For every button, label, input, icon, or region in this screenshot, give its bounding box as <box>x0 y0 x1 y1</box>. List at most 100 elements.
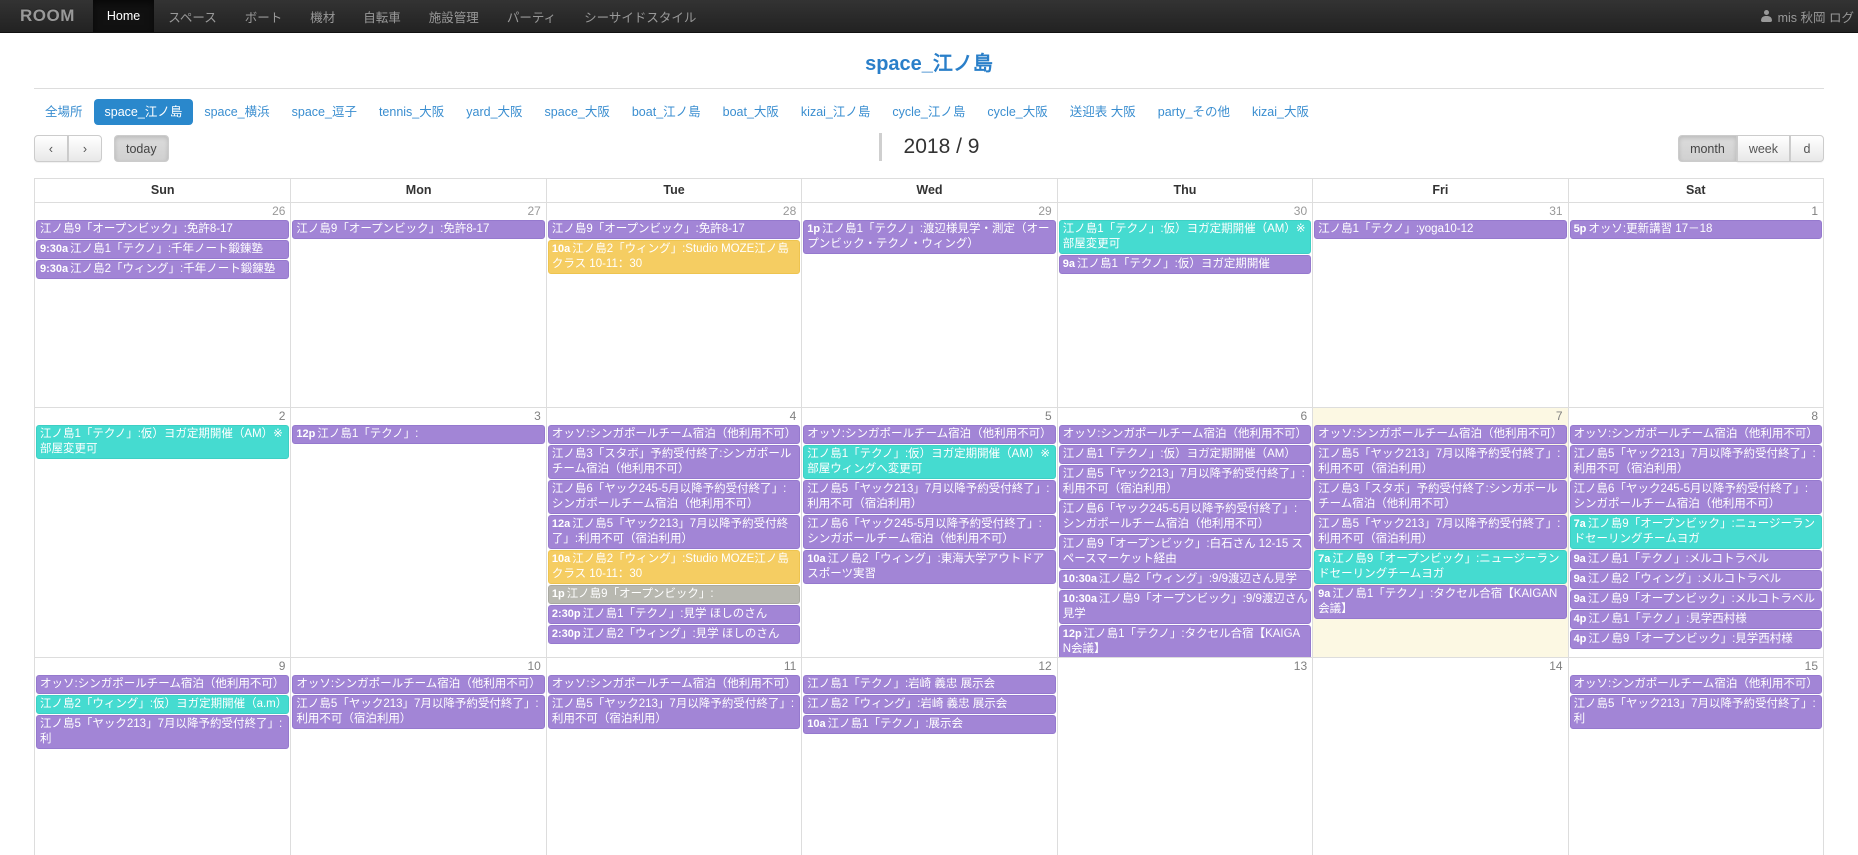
calendar-event[interactable]: 江ノ島5「ヤック213」7月以降予約受付終了」:利 <box>1569 695 1822 729</box>
calendar-event[interactable]: 江ノ島5「ヤック213」7月以降予約受付終了」:利用不可（宿泊利用） <box>1314 445 1567 479</box>
calendar-day-cell[interactable]: 15 オッソ:シンガポールチーム宿泊（他利用不可） 江ノ島5「ヤック213」7月以降… <box>1567 658 1823 855</box>
calendar-event[interactable]: 1p 江ノ島9「オープンビック」: <box>547 585 801 604</box>
calendar-day-cell[interactable]: 11 オッソ:シンガポールチーム宿泊（他利用不可） 江ノ島5「ヤック213」7月以降… <box>545 658 801 855</box>
calendar-day-cell[interactable]: 3 12p 江ノ島1「テクノ」: <box>290 408 545 657</box>
calendar-day-cell[interactable]: 27 江ノ島9「オープンビック」:免許8-17 <box>290 203 545 407</box>
calendar-event[interactable]: 10a 江ノ島1「テクノ」:展示会 <box>803 715 1056 734</box>
calendar-event[interactable]: オッソ:シンガポールチーム宿泊（他利用不可） <box>1569 425 1822 444</box>
calendar-event[interactable]: 7a 江ノ島9「オープンビック」:ニュージーランドセーリングチームヨガ <box>1569 515 1822 549</box>
calendar-event[interactable]: 江ノ島2「ウィング」:仮）ヨガ定期開催（a.m） <box>36 695 290 714</box>
today-button[interactable]: today <box>114 135 169 162</box>
calendar-event[interactable]: 江ノ島5「ヤック213」7月以降予約受付終了」:利用不可（宿泊利用） <box>1314 515 1567 549</box>
calendar-day-cell[interactable]: 30 江ノ島1「テクノ」:仮）ヨガ定期開催（AM）※部屋変更可 9a 江ノ島1「テクノ… <box>1056 203 1312 407</box>
tab-6[interactable]: space_大阪 <box>534 99 621 125</box>
view-day-button[interactable]: d <box>1790 135 1824 162</box>
calendar-event[interactable]: 江ノ島1「テクノ」:仮）ヨガ定期開催（AM） <box>1058 445 1312 464</box>
calendar-event[interactable]: 江ノ島1「テクノ」:仮）ヨガ定期開催（AM）※部屋ウィングへ変更可 <box>803 445 1056 479</box>
calendar-event[interactable]: 9:30a 江ノ島2「ウィング」:千年ノート鍛錬塾 <box>36 260 290 279</box>
calendar-day-cell[interactable]: 6 オッソ:シンガポールチーム宿泊（他利用不可） 江ノ島1「テクノ」:仮）ヨガ定期開… <box>1056 408 1312 657</box>
calendar-event[interactable]: 江ノ島9「オープンビック」:免許8-17 <box>292 220 545 239</box>
calendar-event[interactable]: 10:30a 江ノ島9「オープンビック」:9/9渡辺さん見学 <box>1058 590 1312 624</box>
calendar-event[interactable]: 江ノ島5「ヤック213」7月以降予約受付終了」:利用不可（宿泊利用） <box>292 695 545 729</box>
calendar-day-cell[interactable]: 4 オッソ:シンガポールチーム宿泊（他利用不可） 江ノ島3「スタボ」予約受付終了:シ… <box>545 408 801 657</box>
app-brand[interactable]: ROOM <box>0 0 93 32</box>
calendar-event[interactable]: 江ノ島9「オープンビック」:免許8-17 <box>36 220 290 239</box>
calendar-event[interactable]: 江ノ島3「スタボ」予約受付終了:シンガポールチーム宿泊（他利用不可） <box>1314 480 1567 514</box>
calendar-event[interactable]: 10a 江ノ島2「ウィング」:Studio MOZE江ノ島クラス 10-11：30 <box>547 240 801 274</box>
calendar-event[interactable]: 9a 江ノ島1「テクノ」:タクセル合宿【KAIGAN会議】 <box>1314 585 1567 619</box>
calendar-event[interactable]: 5p オッソ:更新講習 17－18 <box>1569 220 1822 239</box>
next-month-button[interactable]: › <box>68 135 102 162</box>
calendar-event[interactable]: 江ノ島5「ヤック213」7月以降予約受付終了」:利 <box>36 715 290 749</box>
calendar-event[interactable]: 7a 江ノ島9「オープンビック」:ニュージーランドセーリングチームヨガ <box>1314 550 1567 584</box>
calendar-day-cell[interactable]: 31 江ノ島1「テクノ」:yoga10-12 <box>1312 203 1567 407</box>
calendar-day-cell[interactable]: 14 <box>1312 658 1567 855</box>
calendar-event[interactable]: 12a 江ノ島5「ヤック213」7月以降予約受付終了」:利用不可（宿泊利用） <box>547 515 801 549</box>
calendar-event[interactable]: 9a 江ノ島2「ウィング」:メルコトラベル <box>1569 570 1822 589</box>
calendar-event[interactable]: 12p 江ノ島1「テクノ」:タクセル合宿【KAIGAN会議】 <box>1058 625 1312 657</box>
calendar-event[interactable]: オッソ:シンガポールチーム宿泊（他利用不可） <box>1569 675 1822 694</box>
tab-3[interactable]: space_逗子 <box>281 99 368 125</box>
calendar-day-cell[interactable]: 29 1p 江ノ島1「テクノ」:渡辺様見学・測定（オープンビック・テクノ・ウィング） <box>801 203 1056 407</box>
calendar-event[interactable]: 江ノ島2「ウィング」:岩崎 義忠 展示会 <box>803 695 1056 714</box>
calendar-event[interactable]: オッソ:シンガポールチーム宿泊（他利用不可） <box>1058 425 1312 444</box>
calendar-day-cell[interactable]: 28 江ノ島9「オープンビック」:免許8-17 10a 江ノ島2「ウィング」:Stud… <box>545 203 801 407</box>
calendar-event[interactable]: オッソ:シンガポールチーム宿泊（他利用不可） <box>547 675 801 694</box>
calendar-event[interactable]: 2:30p 江ノ島2「ウィング」:見学 ほしのさん <box>547 625 801 644</box>
tab-1[interactable]: space_江ノ島 <box>93 99 194 125</box>
calendar-day-cell[interactable]: 8 オッソ:シンガポールチーム宿泊（他利用不可） 江ノ島5「ヤック213」7月以降予… <box>1567 408 1823 657</box>
user-menu[interactable]: mis 秋岡 ログ <box>1760 0 1858 32</box>
tab-8[interactable]: boat_大阪 <box>712 99 790 125</box>
calendar-event[interactable]: 4p 江ノ島1「テクノ」:見学西村様 <box>1569 610 1822 629</box>
calendar-event[interactable]: オッソ:シンガポールチーム宿泊（他利用不可） <box>1314 425 1567 444</box>
calendar-event[interactable]: 江ノ島6「ヤック245-5月以降予約受付終了」:シンガポールチーム宿泊（他利用不… <box>1058 500 1312 534</box>
calendar-day-cell[interactable]: 2 江ノ島1「テクノ」:仮）ヨガ定期開催（AM）※部屋変更可 <box>35 408 290 657</box>
tab-11[interactable]: cycle_大阪 <box>976 99 1058 125</box>
tab-7[interactable]: boat_江ノ島 <box>621 99 712 125</box>
nav-item-5[interactable]: 施設管理 <box>415 0 493 32</box>
calendar-event[interactable]: 江ノ島5「ヤック213」7月以降予約受付終了」:利用不可（宿泊利用） <box>547 695 801 729</box>
tab-13[interactable]: party_その他 <box>1147 99 1241 125</box>
calendar-event[interactable]: 12p 江ノ島1「テクノ」: <box>292 425 545 444</box>
calendar-event[interactable]: 江ノ島1「テクノ」:仮）ヨガ定期開催（AM）※部屋変更可 <box>1058 220 1312 254</box>
nav-item-3[interactable]: 機材 <box>296 0 349 32</box>
calendar-event[interactable]: 10:30a 江ノ島2「ウィング」:9/9渡辺さん見学 <box>1058 570 1312 589</box>
tab-12[interactable]: 送迎表 大阪 <box>1059 99 1147 125</box>
calendar-day-cell[interactable]: 12 江ノ島1「テクノ」:岩崎 義忠 展示会 江ノ島2「ウィング」:岩崎 義忠 展示… <box>801 658 1056 855</box>
calendar-event[interactable]: オッソ:シンガポールチーム宿泊（他利用不可） <box>36 675 290 694</box>
view-month-button[interactable]: month <box>1678 135 1737 162</box>
nav-item-1[interactable]: スペース <box>154 0 231 32</box>
nav-item-6[interactable]: パーティ <box>493 0 570 32</box>
calendar-event[interactable]: 江ノ島5「ヤック213」7月以降予約受付終了」:利用不可（宿泊利用） <box>1058 465 1312 499</box>
nav-item-0[interactable]: Home <box>92 0 155 32</box>
calendar-event[interactable]: オッソ:シンガポールチーム宿泊（他利用不可） <box>547 425 801 444</box>
calendar-day-cell[interactable]: 26 江ノ島9「オープンビック」:免許8-17 9:30a 江ノ島1「テクノ」:千年ノ… <box>35 203 290 407</box>
calendar-event[interactable]: 10a 江ノ島2「ウィング」:Studio MOZE江ノ島クラス 10-11：30 <box>547 550 801 584</box>
nav-item-2[interactable]: ボート <box>231 0 297 32</box>
calendar-event[interactable]: 10a 江ノ島2「ウィング」:東海大学アウトドアスポーツ実習 <box>803 550 1056 584</box>
nav-item-7[interactable]: シーサイドスタイル <box>570 0 710 32</box>
calendar-event[interactable]: 1p 江ノ島1「テクノ」:渡辺様見学・測定（オープンビック・テクノ・ウィング） <box>803 220 1056 254</box>
prev-month-button[interactable]: ‹ <box>34 135 68 162</box>
tab-10[interactable]: cycle_江ノ島 <box>881 99 976 125</box>
tab-2[interactable]: space_横浜 <box>193 99 280 125</box>
calendar-event[interactable]: 2:30p 江ノ島1「テクノ」:見学 ほしのさん <box>547 605 801 624</box>
calendar-day-cell[interactable]: 1 5p オッソ:更新講習 17－18 <box>1567 203 1823 407</box>
tab-9[interactable]: kizai_江ノ島 <box>790 99 881 125</box>
calendar-day-cell[interactable]: 13 <box>1056 658 1312 855</box>
calendar-event[interactable]: オッソ:シンガポールチーム宿泊（他利用不可） <box>803 425 1056 444</box>
calendar-event[interactable]: 9a 江ノ島1「テクノ」:仮）ヨガ定期開催 <box>1058 255 1312 274</box>
calendar-event[interactable]: 4p 江ノ島9「オープンビック」:見学西村様 <box>1569 630 1822 649</box>
calendar-event[interactable]: 9:30a 江ノ島1「テクノ」:千年ノート鍛錬塾 <box>36 240 290 259</box>
calendar-event[interactable]: 江ノ島3「スタボ」予約受付終了:シンガポールチーム宿泊（他利用不可） <box>547 445 801 479</box>
calendar-event[interactable]: 江ノ島6「ヤック245-5月以降予約受付終了」:シンガポールチーム宿泊（他利用不… <box>547 480 801 514</box>
calendar-day-cell[interactable]: 7 オッソ:シンガポールチーム宿泊（他利用不可） 江ノ島5「ヤック213」7月以降予… <box>1312 408 1568 657</box>
calendar-event[interactable]: 江ノ島1「テクノ」:yoga10-12 <box>1314 220 1567 239</box>
calendar-event[interactable]: オッソ:シンガポールチーム宿泊（他利用不可） <box>292 675 545 694</box>
calendar-event[interactable]: 江ノ島6「ヤック245-5月以降予約受付終了」:シンガポールチーム宿泊（他利用不… <box>803 515 1056 549</box>
calendar-event[interactable]: 江ノ島6「ヤック245-5月以降予約受付終了」:シンガポールチーム宿泊（他利用不… <box>1569 480 1822 514</box>
calendar-event[interactable]: 江ノ島9「オープンビック」:白石さん 12-15 スペースマーケット経由 <box>1058 535 1312 569</box>
view-week-button[interactable]: week <box>1736 135 1790 162</box>
calendar-day-cell[interactable]: 10 オッソ:シンガポールチーム宿泊（他利用不可） 江ノ島5「ヤック213」7月以降… <box>290 658 545 855</box>
tab-0[interactable]: 全場所 <box>34 99 94 125</box>
